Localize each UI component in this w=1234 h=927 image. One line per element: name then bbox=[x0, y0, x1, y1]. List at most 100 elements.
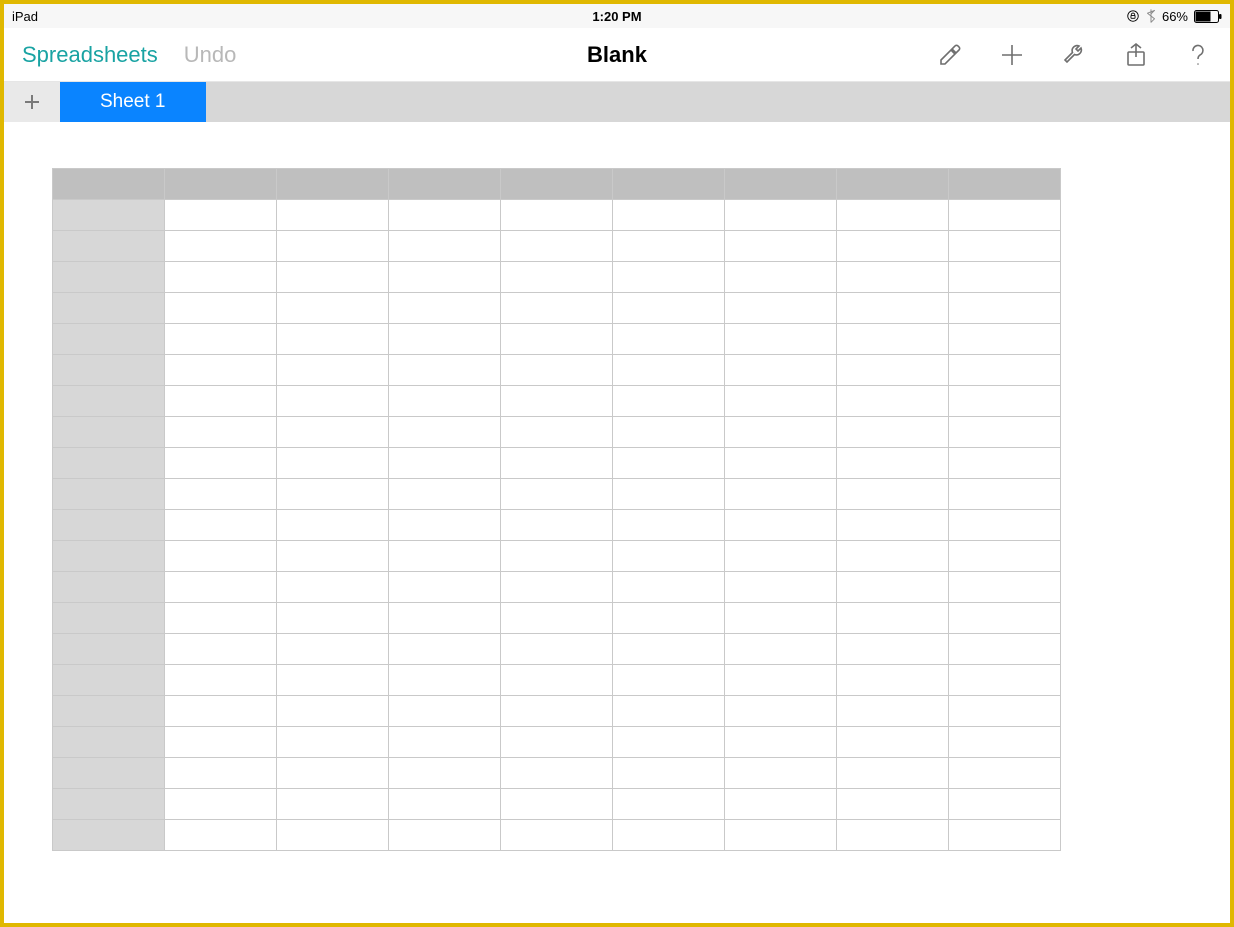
cell[interactable] bbox=[277, 820, 389, 851]
row-header[interactable] bbox=[53, 820, 165, 851]
cell[interactable] bbox=[837, 665, 949, 696]
cell[interactable] bbox=[725, 200, 837, 231]
cell[interactable] bbox=[837, 479, 949, 510]
cell[interactable] bbox=[725, 603, 837, 634]
cell[interactable] bbox=[949, 603, 1061, 634]
cell[interactable] bbox=[949, 200, 1061, 231]
grid-corner[interactable] bbox=[53, 169, 165, 200]
cell[interactable] bbox=[949, 634, 1061, 665]
cell[interactable] bbox=[501, 448, 613, 479]
cell[interactable] bbox=[501, 324, 613, 355]
help-icon[interactable] bbox=[1184, 41, 1212, 69]
row-header[interactable] bbox=[53, 696, 165, 727]
cell[interactable] bbox=[613, 200, 725, 231]
cell[interactable] bbox=[277, 789, 389, 820]
cell[interactable] bbox=[613, 510, 725, 541]
cell[interactable] bbox=[725, 479, 837, 510]
cell[interactable] bbox=[613, 758, 725, 789]
row-header[interactable] bbox=[53, 324, 165, 355]
column-header[interactable] bbox=[613, 169, 725, 200]
cell[interactable] bbox=[389, 572, 501, 603]
column-header[interactable] bbox=[165, 169, 277, 200]
cell[interactable] bbox=[837, 448, 949, 479]
cell[interactable] bbox=[725, 231, 837, 262]
cell[interactable] bbox=[837, 200, 949, 231]
cell[interactable] bbox=[613, 479, 725, 510]
cell[interactable] bbox=[613, 665, 725, 696]
cell[interactable] bbox=[165, 758, 277, 789]
cell[interactable] bbox=[613, 355, 725, 386]
cell[interactable] bbox=[613, 603, 725, 634]
cell[interactable] bbox=[277, 355, 389, 386]
cell[interactable] bbox=[501, 727, 613, 758]
cell[interactable] bbox=[837, 510, 949, 541]
cell[interactable] bbox=[277, 448, 389, 479]
cell[interactable] bbox=[389, 696, 501, 727]
cell[interactable] bbox=[837, 789, 949, 820]
undo-button[interactable]: Undo bbox=[184, 42, 237, 68]
cell[interactable] bbox=[165, 355, 277, 386]
cell[interactable] bbox=[725, 510, 837, 541]
row-header[interactable] bbox=[53, 200, 165, 231]
cell[interactable] bbox=[165, 572, 277, 603]
cell[interactable] bbox=[389, 789, 501, 820]
cell[interactable] bbox=[389, 634, 501, 665]
cell[interactable] bbox=[501, 758, 613, 789]
cell[interactable] bbox=[725, 727, 837, 758]
cell[interactable] bbox=[277, 665, 389, 696]
cell[interactable] bbox=[165, 820, 277, 851]
cell[interactable] bbox=[389, 727, 501, 758]
cell[interactable] bbox=[949, 386, 1061, 417]
cell[interactable] bbox=[165, 510, 277, 541]
cell[interactable] bbox=[613, 820, 725, 851]
column-header[interactable] bbox=[389, 169, 501, 200]
cell[interactable] bbox=[501, 231, 613, 262]
cell[interactable] bbox=[725, 355, 837, 386]
tools-wrench-icon[interactable] bbox=[1060, 41, 1088, 69]
cell[interactable] bbox=[613, 417, 725, 448]
cell[interactable] bbox=[165, 386, 277, 417]
column-header[interactable] bbox=[501, 169, 613, 200]
cell[interactable] bbox=[165, 727, 277, 758]
cell[interactable] bbox=[389, 665, 501, 696]
row-header[interactable] bbox=[53, 789, 165, 820]
cell[interactable] bbox=[725, 417, 837, 448]
cell[interactable] bbox=[501, 820, 613, 851]
cell[interactable] bbox=[389, 386, 501, 417]
cell[interactable] bbox=[277, 262, 389, 293]
row-header[interactable] bbox=[53, 665, 165, 696]
row-header[interactable] bbox=[53, 727, 165, 758]
add-icon[interactable] bbox=[998, 41, 1026, 69]
cell[interactable] bbox=[165, 324, 277, 355]
cell[interactable] bbox=[501, 479, 613, 510]
cell[interactable] bbox=[501, 634, 613, 665]
cell[interactable] bbox=[949, 479, 1061, 510]
row-header[interactable] bbox=[53, 417, 165, 448]
cell[interactable] bbox=[389, 231, 501, 262]
row-header[interactable] bbox=[53, 231, 165, 262]
column-header[interactable] bbox=[277, 169, 389, 200]
cell[interactable] bbox=[389, 603, 501, 634]
cell[interactable] bbox=[277, 634, 389, 665]
back-button[interactable]: Spreadsheets bbox=[22, 42, 158, 68]
cell[interactable] bbox=[837, 603, 949, 634]
row-header[interactable] bbox=[53, 634, 165, 665]
cell[interactable] bbox=[389, 293, 501, 324]
cell[interactable] bbox=[277, 417, 389, 448]
cell[interactable] bbox=[277, 541, 389, 572]
cell[interactable] bbox=[389, 758, 501, 789]
cell[interactable] bbox=[949, 572, 1061, 603]
cell[interactable] bbox=[949, 820, 1061, 851]
cell[interactable] bbox=[725, 448, 837, 479]
cell[interactable] bbox=[501, 696, 613, 727]
row-header[interactable] bbox=[53, 355, 165, 386]
cell[interactable] bbox=[725, 789, 837, 820]
cell[interactable] bbox=[613, 262, 725, 293]
cell[interactable] bbox=[949, 355, 1061, 386]
add-sheet-button[interactable] bbox=[4, 82, 60, 122]
cell[interactable] bbox=[725, 634, 837, 665]
cell[interactable] bbox=[837, 355, 949, 386]
cell[interactable] bbox=[389, 820, 501, 851]
cell[interactable] bbox=[501, 417, 613, 448]
cell[interactable] bbox=[277, 758, 389, 789]
